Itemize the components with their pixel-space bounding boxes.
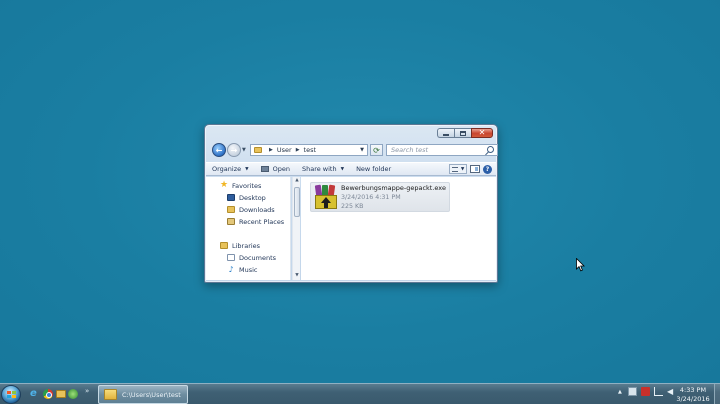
show-hidden-icons-icon[interactable]: ▲ bbox=[618, 389, 624, 395]
scroll-down-icon[interactable]: ▼ bbox=[293, 272, 301, 280]
forward-arrow-icon: → bbox=[230, 145, 238, 155]
music-icon: ♪ bbox=[228, 265, 234, 274]
documents-icon bbox=[227, 254, 235, 261]
file-name: Bewerbungsmappe-gepackt.exe bbox=[341, 184, 446, 192]
breadcrumb-user[interactable]: User bbox=[277, 146, 292, 154]
windows-explorer-icon[interactable] bbox=[56, 390, 66, 398]
windows-logo-icon bbox=[7, 391, 16, 399]
libraries-icon bbox=[220, 242, 228, 249]
address-dropdown-icon[interactable]: ▼ bbox=[360, 147, 364, 153]
winrar-sfx-icon bbox=[313, 183, 339, 211]
nav-item-label: Downloads bbox=[239, 205, 275, 214]
search-box[interactable] bbox=[386, 144, 498, 156]
new-folder-label: New folder bbox=[356, 165, 392, 173]
breadcrumb-arrow-icon[interactable]: ▶ bbox=[296, 147, 300, 153]
nav-favorites[interactable]: ★ Favorites bbox=[220, 180, 261, 191]
open-icon bbox=[260, 166, 269, 172]
file-details: Bewerbungsmappe-gepackt.exe 3/24/2016 4:… bbox=[341, 183, 446, 211]
show-desktop-button[interactable] bbox=[714, 384, 720, 404]
navigation-pane: ★ Favorites Desktop Downloads Recent Pla… bbox=[206, 177, 291, 280]
clock-time: 4:33 PM bbox=[679, 386, 707, 394]
file-item[interactable]: Bewerbungsmappe-gepackt.exe 3/24/2016 4:… bbox=[310, 182, 450, 212]
recent-places-icon bbox=[227, 218, 235, 225]
taskbar-window-title: C:\Users\User\test bbox=[122, 390, 181, 399]
share-with-label: Share with bbox=[301, 165, 337, 173]
close-button[interactable]: ✕ bbox=[471, 128, 493, 138]
folder-icon bbox=[104, 389, 117, 400]
new-folder-button[interactable]: New folder bbox=[350, 163, 397, 175]
taskbar-explorer-window[interactable]: C:\Users\User\test bbox=[98, 385, 188, 404]
file-modified: 3/24/2016 4:31 PM bbox=[341, 194, 401, 201]
refresh-icon: ⟳ bbox=[373, 145, 380, 155]
forward-button[interactable]: → bbox=[227, 143, 241, 157]
help-icon[interactable]: ? bbox=[483, 164, 492, 174]
nav-item-label: Recent Places bbox=[239, 217, 285, 226]
nav-libraries[interactable]: Libraries bbox=[220, 240, 260, 251]
explorer-window[interactable]: ✕ ← → ▼ ▶ User ▶ test ▼ ⟳ Organize ▼ Ope… bbox=[204, 124, 498, 283]
minimize-icon bbox=[443, 133, 449, 136]
file-list: Bewerbungsmappe-gepackt.exe 3/24/2016 4:… bbox=[301, 177, 496, 280]
chrome-icon[interactable] bbox=[43, 389, 53, 399]
scroll-up-icon[interactable]: ▲ bbox=[293, 177, 301, 185]
address-bar[interactable]: ▶ User ▶ test ▼ bbox=[250, 144, 368, 156]
breadcrumb-arrow-icon[interactable]: ▶ bbox=[269, 147, 273, 153]
taskbar: e » C:\Users\User\test ▲ ◀ 4:33 PM 3/24/… bbox=[0, 383, 720, 404]
nav-item-desktop[interactable]: Desktop bbox=[227, 192, 266, 203]
breadcrumb-test[interactable]: test bbox=[304, 146, 316, 154]
folder-icon bbox=[254, 147, 262, 153]
nav-item-documents[interactable]: Documents bbox=[227, 252, 276, 263]
nav-favorites-label: Favorites bbox=[232, 181, 262, 190]
search-icon bbox=[487, 146, 494, 153]
change-view-button[interactable]: ▼ bbox=[449, 164, 467, 174]
refresh-button[interactable]: ⟳ bbox=[370, 144, 383, 156]
internet-explorer-icon[interactable]: e bbox=[30, 389, 40, 399]
nav-item-label: Documents bbox=[239, 253, 277, 262]
desktop-icon bbox=[227, 194, 235, 201]
chevron-down-icon[interactable]: ▼ bbox=[461, 167, 464, 172]
open-button[interactable]: Open bbox=[255, 163, 296, 175]
window-controls: ✕ bbox=[437, 128, 493, 138]
start-button[interactable] bbox=[1, 385, 21, 404]
toolbar-right-group: ▼ ? bbox=[449, 164, 496, 174]
security-icon[interactable] bbox=[641, 387, 650, 396]
nav-item-downloads[interactable]: Downloads bbox=[227, 204, 275, 215]
back-arrow-icon: ← bbox=[215, 145, 223, 155]
nav-pane-scrollbar[interactable]: ▲ ▼ bbox=[292, 177, 300, 280]
minimize-button[interactable] bbox=[437, 128, 454, 138]
chevron-down-icon: ▼ bbox=[245, 166, 249, 172]
quick-launch-overflow-icon[interactable]: » bbox=[85, 387, 89, 395]
back-button[interactable]: ← bbox=[212, 143, 226, 157]
mouse-pointer-icon bbox=[576, 258, 585, 272]
share-with-button[interactable]: Share with ▼ bbox=[296, 163, 350, 175]
downloads-folder-icon bbox=[227, 206, 235, 213]
nav-item-label: Desktop bbox=[239, 193, 266, 202]
nav-item-recent-places[interactable]: Recent Places bbox=[227, 216, 284, 227]
file-size: 225 KB bbox=[341, 203, 364, 210]
search-input[interactable] bbox=[391, 145, 481, 155]
open-label: Open bbox=[272, 165, 290, 173]
nav-libraries-label: Libraries bbox=[232, 241, 261, 250]
maximize-icon bbox=[460, 130, 466, 136]
nav-item-label: Music bbox=[239, 265, 258, 274]
chevron-down-icon: ▼ bbox=[340, 166, 345, 172]
maximize-button[interactable] bbox=[454, 128, 471, 138]
star-icon: ★ bbox=[220, 180, 229, 190]
action-center-flag-icon[interactable] bbox=[628, 387, 637, 396]
network-icon[interactable] bbox=[654, 387, 663, 396]
organize-label: Organize bbox=[212, 165, 242, 173]
clock-date: 3/24/2016 bbox=[676, 395, 710, 403]
media-player-icon[interactable] bbox=[68, 389, 78, 399]
close-icon: ✕ bbox=[478, 128, 486, 137]
preview-pane-button[interactable] bbox=[470, 165, 480, 173]
clock[interactable]: 4:33 PM 3/24/2016 bbox=[672, 386, 714, 404]
nav-item-music[interactable]: ♪ Music bbox=[227, 264, 258, 275]
system-tray: ▲ ◀ bbox=[618, 387, 676, 396]
organize-button[interactable]: Organize ▼ bbox=[206, 163, 255, 175]
navigation-bar: ← → ▼ ▶ User ▶ test ▼ ⟳ bbox=[210, 142, 498, 158]
recent-pages-dropdown[interactable]: ▼ bbox=[242, 147, 248, 153]
view-options-icon bbox=[451, 166, 458, 172]
scroll-thumb[interactable] bbox=[294, 187, 300, 217]
command-toolbar: Organize ▼ Open Share with ▼ New folder … bbox=[206, 162, 496, 176]
